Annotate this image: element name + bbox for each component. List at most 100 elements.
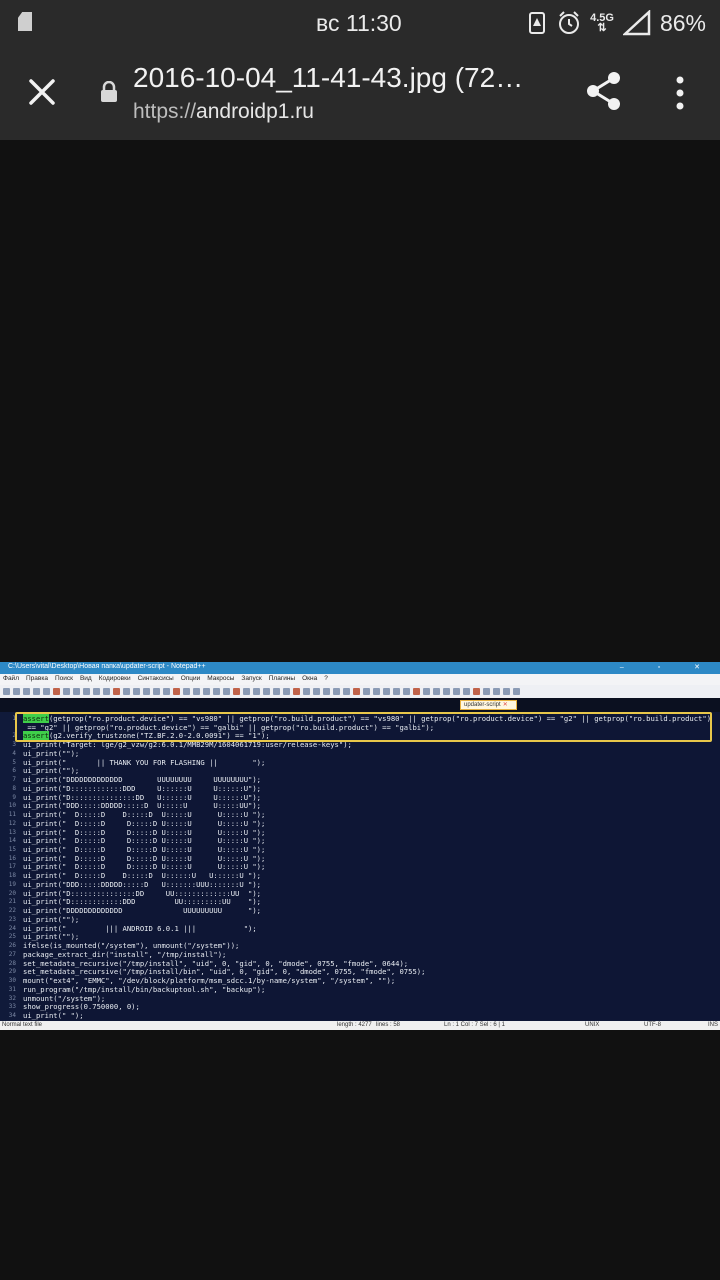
line-content: show_progress(0.750000, 0); <box>23 1002 140 1012</box>
code-line: 5 ui_print(" || THANK YOU FOR FLASHING ||… <box>0 757 720 768</box>
url-scheme: https:// <box>133 100 197 123</box>
line-number: 24 <box>8 924 16 932</box>
toolbar-icon <box>243 688 250 695</box>
menu-item: Вид <box>79 675 92 682</box>
status-clock: 11:30 <box>345 10 402 36</box>
menu-item: Кодировки <box>98 675 131 682</box>
line-content: unmount("/system"); <box>23 993 106 1003</box>
notepad-menu-bar: Файл Правка Поиск Вид Кодировки Синтаксисы Опц… <box>0 674 720 685</box>
line-number: 32 <box>8 994 16 1002</box>
line-number: 18 <box>8 872 16 880</box>
line-number: 1 <box>12 715 16 722</box>
toolbar-icon <box>273 688 280 695</box>
line-content: ui_print(" D:::::D D:::::D U:::::U U::::… <box>23 862 266 872</box>
sd-card-icon <box>18 12 32 31</box>
network-type: 4.5G ⇅ <box>590 12 614 34</box>
line-number: 26 <box>8 942 16 950</box>
app-bar: 2016-10-04_11-41-43.jpg (72… https://and… <box>0 46 720 140</box>
data-arrows-icon: ⇅ <box>597 22 607 34</box>
vibrate-icon <box>529 12 546 34</box>
page-title: 2016-10-04_11-41-43.jpg (72… <box>133 62 524 93</box>
menu-item: Опции <box>180 675 201 682</box>
share-icon[interactable] <box>584 70 624 112</box>
toolbar-icon <box>313 688 320 695</box>
line-content: ui_print("D::::::::::::DDD UU:::::::::UU… <box>23 897 261 907</box>
status-ins: INS <box>708 1022 719 1028</box>
line-number: 34 <box>8 1011 16 1019</box>
toolbar-icon <box>143 688 150 695</box>
line-content: ui_print("D:::::::::::::::DD UU:::::::::… <box>23 888 261 898</box>
close-icon[interactable] <box>22 72 62 112</box>
code-editor: 1 assert(getprop("ro.product.device") == … <box>0 712 720 1030</box>
status-icons: 4.5G ⇅ 86% <box>526 8 706 38</box>
toolbar-icon <box>123 688 130 695</box>
line-number: 28 <box>8 959 16 967</box>
toolbar-icon <box>433 688 440 695</box>
line-number: 4 <box>12 749 16 757</box>
menu-item: Правка <box>25 675 48 682</box>
code-line: 3 ui_print("Target: lge/g2_vzw/g2:6.0.1/M… <box>0 740 720 750</box>
line-number: 25 <box>8 933 16 941</box>
menu-item: Запуск <box>241 675 262 682</box>
status-lines: lines : 58 <box>376 1022 401 1028</box>
toolbar-icon <box>353 688 360 695</box>
line-number: 23 <box>8 915 16 923</box>
menu-item: ? <box>324 675 328 682</box>
line-number: 27 <box>8 950 16 958</box>
status-length: length : 4277 <box>337 1022 372 1028</box>
line-content: ui_print(" || THANK YOU FOR FLASHING || … <box>23 757 266 767</box>
line-number: 31 <box>8 985 16 993</box>
toolbar-icon <box>333 688 340 695</box>
line-content: set_metadata_recursive("/tmp/install", "… <box>23 958 409 968</box>
toolbar-icon <box>373 688 380 695</box>
code-line: 33 show_progress(0.750000, 0); <box>0 1002 720 1012</box>
line-content: ui_print("DDD:::::DDDDD:::::D U:::::::UU… <box>23 879 261 889</box>
menu-item: Плагины <box>268 675 296 682</box>
line-number: 20 <box>8 889 16 897</box>
toolbar-icon <box>283 688 290 695</box>
line-number: 29 <box>8 968 16 976</box>
toolbar-icon <box>163 688 170 695</box>
line-number: 30 <box>8 977 16 985</box>
toolbar-icon <box>343 688 350 695</box>
toolbar-icon <box>183 688 190 695</box>
line-number: 14 <box>8 837 16 845</box>
status-file-type: Normal text file <box>2 1022 43 1028</box>
line-content: ui_print(" ||| ANDROID 6.0.1 ||| "); <box>23 923 257 933</box>
tab-close-icon: ✕ <box>502 702 508 708</box>
toolbar-icon <box>73 688 80 695</box>
status-time: вс 11:30 <box>316 10 402 37</box>
line-content: ui_print(""); <box>23 932 80 942</box>
highlight-box <box>15 712 712 742</box>
notepad-status-bar: Normal text file length : 4277 lines : 5… <box>0 1021 720 1030</box>
image-viewer[interactable]: C:\Users\vital\Desktop\Новая папка\updat… <box>0 140 720 1280</box>
toolbar-icon <box>173 688 180 695</box>
line-content: ui_print(" D:::::D D:::::D U:::::U U::::… <box>23 836 266 846</box>
line-content: ui_print(""); <box>23 766 80 776</box>
toolbar-icon <box>383 688 390 695</box>
toolbar-icon <box>23 688 30 695</box>
line-content: ui_print("DDDDDDDDDDDDD UUUUUUUU UUUUUUU… <box>23 775 261 785</box>
tab-label: updater-script <box>464 702 501 708</box>
alarm-icon <box>559 11 580 34</box>
line-number: 19 <box>8 880 16 888</box>
toolbar-icon <box>403 688 410 695</box>
menu-item: Файл <box>3 675 19 682</box>
toolbar-icon <box>193 688 200 695</box>
line-content: run_program("/tmp/install/bin/backuptool… <box>23 984 266 994</box>
line-number: 13 <box>8 828 16 836</box>
toolbar-icon <box>43 688 50 695</box>
line-number: 21 <box>8 898 16 906</box>
toolbar-icon <box>293 688 300 695</box>
notepad-screenshot-image: C:\Users\vital\Desktop\Новая папка\updat… <box>0 662 720 1030</box>
line-number: 17 <box>8 863 16 871</box>
toolbar-icon <box>303 688 310 695</box>
line-content: ui_print("DDDDDDDDDDDDD UUUUUUUUU "); <box>23 906 261 916</box>
status-position: Ln : 1 Col : 7 Sel : 6 | 1 <box>444 1022 505 1028</box>
line-content: ui_print(" D:::::D D:::::D U:::::U U::::… <box>23 827 266 837</box>
toolbar-icon <box>363 688 370 695</box>
toolbar-icon <box>3 688 10 695</box>
toolbar-icon <box>423 688 430 695</box>
line-number: 11 <box>8 811 16 819</box>
more-vert-icon[interactable] <box>668 74 692 112</box>
